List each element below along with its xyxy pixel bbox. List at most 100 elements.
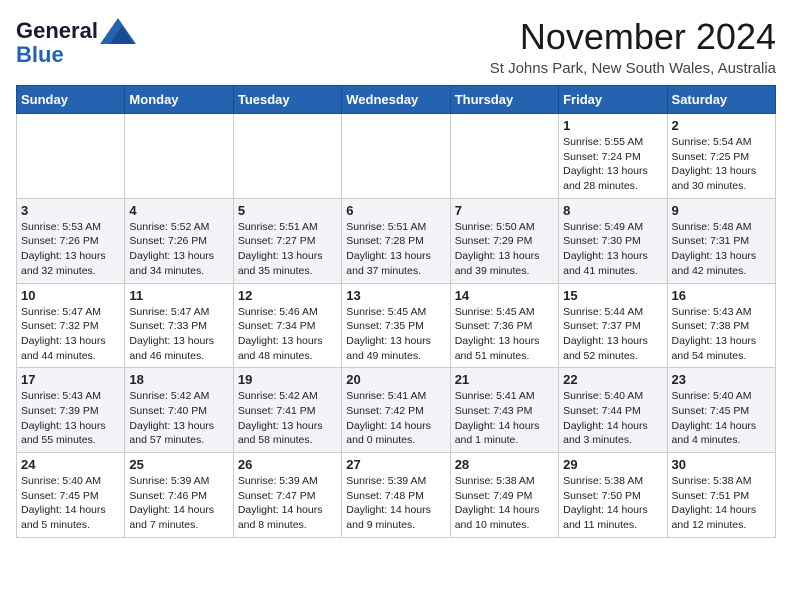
day-number: 4 xyxy=(129,203,228,218)
day-info: Sunrise: 5:44 AMSunset: 7:37 PMDaylight:… xyxy=(563,305,662,364)
day-number: 22 xyxy=(563,372,662,387)
calendar-week-row: 3 Sunrise: 5:53 AMSunset: 7:26 PMDaylight… xyxy=(17,198,776,283)
day-info: Sunrise: 5:54 AMSunset: 7:25 PMDaylight:… xyxy=(672,135,771,194)
month-title: November 2024 xyxy=(490,16,776,58)
col-monday: Monday xyxy=(125,86,233,114)
location-title: St Johns Park, New South Wales, Australi… xyxy=(490,60,776,77)
table-row: 1 Sunrise: 5:55 AMSunset: 7:24 PMDaylight… xyxy=(559,114,667,199)
table-row: 13 Sunrise: 5:45 AMSunset: 7:35 PMDayligh… xyxy=(342,283,450,368)
table-row: 20 Sunrise: 5:41 AMSunset: 7:42 PMDayligh… xyxy=(342,368,450,453)
day-number: 3 xyxy=(21,203,120,218)
table-row: 26 Sunrise: 5:39 AMSunset: 7:47 PMDayligh… xyxy=(233,453,341,538)
header: General Blue November 2024 St Johns Park… xyxy=(16,16,776,77)
calendar-week-row: 1 Sunrise: 5:55 AMSunset: 7:24 PMDaylight… xyxy=(17,114,776,199)
day-number: 13 xyxy=(346,288,445,303)
day-number: 6 xyxy=(346,203,445,218)
table-row: 6 Sunrise: 5:51 AMSunset: 7:28 PMDaylight… xyxy=(342,198,450,283)
col-wednesday: Wednesday xyxy=(342,86,450,114)
day-number: 15 xyxy=(563,288,662,303)
table-row: 16 Sunrise: 5:43 AMSunset: 7:38 PMDayligh… xyxy=(667,283,775,368)
logo-icon xyxy=(100,16,136,46)
day-number: 5 xyxy=(238,203,337,218)
table-row xyxy=(233,114,341,199)
table-row: 9Sunrise: 5:48 AMSunset: 7:31 PMDaylight… xyxy=(667,198,775,283)
table-row xyxy=(342,114,450,199)
day-number: 25 xyxy=(129,457,228,472)
day-number: 28 xyxy=(455,457,554,472)
day-info: Sunrise: 5:45 AMSunset: 7:36 PMDaylight:… xyxy=(455,305,554,364)
table-row: 24 Sunrise: 5:40 AMSunset: 7:45 PMDayligh… xyxy=(17,453,125,538)
day-info: Sunrise: 5:53 AMSunset: 7:26 PMDaylight:… xyxy=(21,220,120,279)
table-row xyxy=(450,114,558,199)
table-row: 3 Sunrise: 5:53 AMSunset: 7:26 PMDaylight… xyxy=(17,198,125,283)
day-number: 29 xyxy=(563,457,662,472)
day-info: Sunrise: 5:45 AMSunset: 7:35 PMDaylight:… xyxy=(346,305,445,364)
day-info: Sunrise: 5:51 AMSunset: 7:27 PMDaylight:… xyxy=(238,220,337,279)
day-number: 19 xyxy=(238,372,337,387)
table-row xyxy=(17,114,125,199)
calendar-table: Sunday Monday Tuesday Wednesday Thursday… xyxy=(16,85,776,538)
day-number: 24 xyxy=(21,457,120,472)
day-info: Sunrise: 5:42 AMSunset: 7:41 PMDaylight:… xyxy=(238,389,337,448)
table-row xyxy=(125,114,233,199)
calendar-week-row: 10 Sunrise: 5:47 AMSunset: 7:32 PMDayligh… xyxy=(17,283,776,368)
title-area: November 2024 St Johns Park, New South W… xyxy=(490,16,776,77)
day-info: Sunrise: 5:43 AMSunset: 7:39 PMDaylight:… xyxy=(21,389,120,448)
day-number: 7 xyxy=(455,203,554,218)
day-number: 11 xyxy=(129,288,228,303)
table-row: 17Sunrise: 5:43 AMSunset: 7:39 PMDayligh… xyxy=(17,368,125,453)
day-number: 21 xyxy=(455,372,554,387)
calendar-week-row: 24 Sunrise: 5:40 AMSunset: 7:45 PMDayligh… xyxy=(17,453,776,538)
day-info: Sunrise: 5:38 AMSunset: 7:49 PMDaylight:… xyxy=(455,474,554,533)
table-row: 30Sunrise: 5:38 AMSunset: 7:51 PMDayligh… xyxy=(667,453,775,538)
day-info: Sunrise: 5:38 AMSunset: 7:50 PMDaylight:… xyxy=(563,474,662,533)
day-info: Sunrise: 5:39 AMSunset: 7:48 PMDaylight:… xyxy=(346,474,445,533)
table-row: 7Sunrise: 5:50 AMSunset: 7:29 PMDaylight… xyxy=(450,198,558,283)
day-number: 16 xyxy=(672,288,771,303)
table-row: 18 Sunrise: 5:42 AMSunset: 7:40 PMDayligh… xyxy=(125,368,233,453)
table-row: 2Sunrise: 5:54 AMSunset: 7:25 PMDaylight… xyxy=(667,114,775,199)
table-row: 11 Sunrise: 5:47 AMSunset: 7:33 PMDayligh… xyxy=(125,283,233,368)
day-number: 8 xyxy=(563,203,662,218)
col-friday: Friday xyxy=(559,86,667,114)
day-info: Sunrise: 5:49 AMSunset: 7:30 PMDaylight:… xyxy=(563,220,662,279)
calendar-header-row: Sunday Monday Tuesday Wednesday Thursday… xyxy=(17,86,776,114)
day-number: 14 xyxy=(455,288,554,303)
day-number: 18 xyxy=(129,372,228,387)
day-info: Sunrise: 5:42 AMSunset: 7:40 PMDaylight:… xyxy=(129,389,228,448)
day-info: Sunrise: 5:39 AMSunset: 7:46 PMDaylight:… xyxy=(129,474,228,533)
table-row: 27Sunrise: 5:39 AMSunset: 7:48 PMDayligh… xyxy=(342,453,450,538)
table-row: 12Sunrise: 5:46 AMSunset: 7:34 PMDayligh… xyxy=(233,283,341,368)
day-number: 12 xyxy=(238,288,337,303)
col-saturday: Saturday xyxy=(667,86,775,114)
day-info: Sunrise: 5:55 AMSunset: 7:24 PMDaylight:… xyxy=(563,135,662,194)
table-row: 14 Sunrise: 5:45 AMSunset: 7:36 PMDayligh… xyxy=(450,283,558,368)
day-info: Sunrise: 5:41 AMSunset: 7:42 PMDaylight:… xyxy=(346,389,445,448)
day-info: Sunrise: 5:47 AMSunset: 7:33 PMDaylight:… xyxy=(129,305,228,364)
day-info: Sunrise: 5:39 AMSunset: 7:47 PMDaylight:… xyxy=(238,474,337,533)
table-row: 4 Sunrise: 5:52 AMSunset: 7:26 PMDaylight… xyxy=(125,198,233,283)
day-info: Sunrise: 5:40 AMSunset: 7:44 PMDaylight:… xyxy=(563,389,662,448)
col-sunday: Sunday xyxy=(17,86,125,114)
day-info: Sunrise: 5:51 AMSunset: 7:28 PMDaylight:… xyxy=(346,220,445,279)
day-number: 30 xyxy=(672,457,771,472)
table-row: 23Sunrise: 5:40 AMSunset: 7:45 PMDayligh… xyxy=(667,368,775,453)
col-tuesday: Tuesday xyxy=(233,86,341,114)
table-row: 19 Sunrise: 5:42 AMSunset: 7:41 PMDayligh… xyxy=(233,368,341,453)
day-info: Sunrise: 5:52 AMSunset: 7:26 PMDaylight:… xyxy=(129,220,228,279)
calendar-week-row: 17Sunrise: 5:43 AMSunset: 7:39 PMDayligh… xyxy=(17,368,776,453)
day-number: 26 xyxy=(238,457,337,472)
day-info: Sunrise: 5:40 AMSunset: 7:45 PMDaylight:… xyxy=(672,389,771,448)
day-info: Sunrise: 5:40 AMSunset: 7:45 PMDaylight:… xyxy=(21,474,120,533)
table-row: 28 Sunrise: 5:38 AMSunset: 7:49 PMDayligh… xyxy=(450,453,558,538)
day-number: 1 xyxy=(563,118,662,133)
table-row: 25 Sunrise: 5:39 AMSunset: 7:46 PMDayligh… xyxy=(125,453,233,538)
day-number: 20 xyxy=(346,372,445,387)
day-info: Sunrise: 5:43 AMSunset: 7:38 PMDaylight:… xyxy=(672,305,771,364)
day-info: Sunrise: 5:48 AMSunset: 7:31 PMDaylight:… xyxy=(672,220,771,279)
day-info: Sunrise: 5:47 AMSunset: 7:32 PMDaylight:… xyxy=(21,305,120,364)
day-number: 10 xyxy=(21,288,120,303)
table-row: 5 Sunrise: 5:51 AMSunset: 7:27 PMDaylight… xyxy=(233,198,341,283)
col-thursday: Thursday xyxy=(450,86,558,114)
table-row: 22 Sunrise: 5:40 AMSunset: 7:44 PMDayligh… xyxy=(559,368,667,453)
